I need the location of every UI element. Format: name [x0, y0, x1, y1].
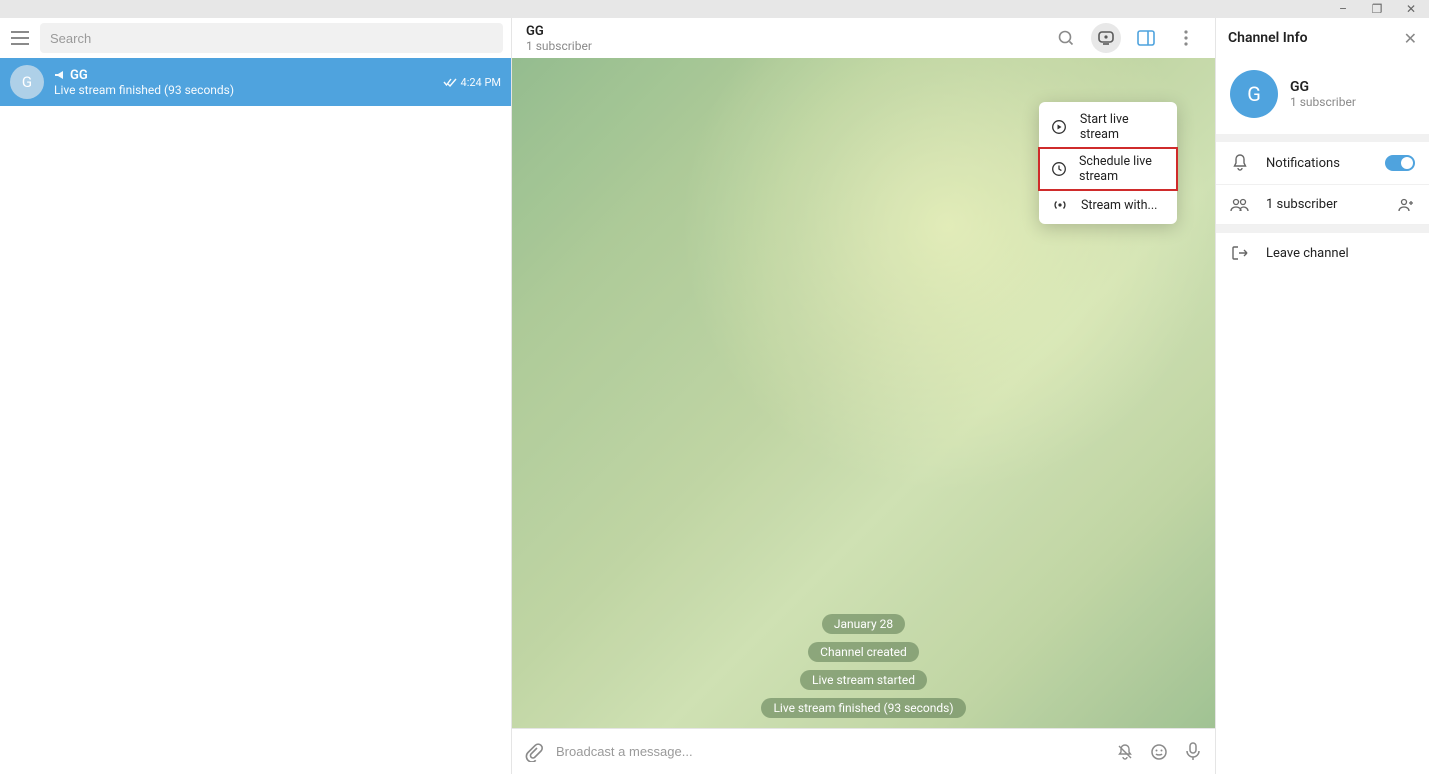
left-panel: G GG Live stream finished (93 seconds) 4…	[0, 18, 512, 774]
date-pill: January 28	[822, 614, 905, 634]
channel-profile[interactable]: G GG 1 subscriber	[1216, 58, 1429, 134]
mic-icon[interactable]	[1181, 740, 1205, 764]
compose-input[interactable]	[556, 744, 1103, 759]
service-message: Live stream finished (93 seconds)	[761, 698, 965, 718]
chat-list[interactable]: G GG Live stream finished (93 seconds) 4…	[0, 58, 511, 774]
chat-list-item[interactable]: G GG Live stream finished (93 seconds) 4…	[0, 58, 511, 106]
message-list: January 28 Channel created Live stream s…	[512, 614, 1215, 718]
clock-icon	[1051, 160, 1067, 178]
leave-channel-row[interactable]: Leave channel	[1216, 233, 1429, 273]
info-title: Channel Info	[1228, 30, 1404, 46]
service-message: Channel created	[808, 642, 919, 662]
avatar: G	[10, 65, 44, 99]
broadcast-icon	[1051, 196, 1069, 214]
bell-icon	[1230, 154, 1250, 172]
read-status-icon	[443, 78, 457, 87]
chat-header[interactable]: GG 1 subscriber	[512, 18, 1215, 58]
divider	[1216, 134, 1429, 142]
subscribers-label: 1 subscriber	[1266, 197, 1381, 212]
chat-header-subtitle: 1 subscriber	[526, 39, 1051, 53]
menu-item-start-livestream[interactable]: Start live stream	[1039, 106, 1177, 148]
divider	[1216, 225, 1429, 233]
window-minimize-button[interactable]: –	[1331, 1, 1355, 17]
info-panel: Channel Info ✕ G GG 1 subscriber Notific…	[1215, 18, 1429, 774]
window-titlebar: – ❐ ✕	[0, 0, 1429, 18]
chat-header-title: GG	[526, 24, 1051, 39]
leave-icon	[1230, 245, 1250, 261]
notifications-label: Notifications	[1266, 156, 1369, 171]
chat-area[interactable]: January 28 Channel created Live stream s…	[512, 58, 1215, 728]
window-close-button[interactable]: ✕	[1399, 1, 1423, 17]
mute-bell-icon[interactable]	[1113, 740, 1137, 764]
add-subscriber-icon[interactable]	[1397, 198, 1415, 212]
chat-title: GG	[70, 68, 88, 83]
window-maximize-button[interactable]: ❐	[1365, 1, 1389, 17]
menu-item-schedule-livestream[interactable]: Schedule live stream	[1039, 148, 1177, 190]
menu-item-stream-with[interactable]: Stream with...	[1039, 190, 1177, 220]
more-icon[interactable]	[1171, 23, 1201, 53]
channel-name: GG	[1290, 79, 1356, 95]
subscribers-row[interactable]: 1 subscriber	[1216, 185, 1429, 225]
service-message: Live stream started	[800, 670, 927, 690]
chat-time: 4:24 PM	[461, 76, 501, 89]
left-header	[0, 18, 511, 58]
menu-item-label: Schedule live stream	[1079, 154, 1165, 184]
avatar: G	[1230, 70, 1278, 118]
people-icon	[1230, 198, 1250, 212]
megaphone-icon	[54, 70, 66, 80]
menu-item-label: Stream with...	[1081, 198, 1157, 213]
compose-bar	[512, 728, 1215, 774]
channel-subscribers: 1 subscriber	[1290, 95, 1356, 109]
emoji-icon[interactable]	[1147, 740, 1171, 764]
side-panel-icon[interactable]	[1131, 23, 1161, 53]
notifications-row[interactable]: Notifications	[1216, 142, 1429, 185]
chat-panel: GG 1 subscriber Januar	[512, 18, 1215, 774]
menu-icon[interactable]	[8, 26, 32, 50]
livestream-icon[interactable]	[1091, 23, 1121, 53]
close-icon[interactable]: ✕	[1404, 29, 1417, 48]
search-icon[interactable]	[1051, 23, 1081, 53]
leave-label: Leave channel	[1266, 246, 1415, 261]
search-input[interactable]	[40, 23, 503, 53]
livestream-dropdown: Start live stream Schedule live stream S…	[1039, 102, 1177, 224]
attach-icon[interactable]	[522, 740, 546, 764]
info-header: Channel Info ✕	[1216, 18, 1429, 58]
notifications-toggle[interactable]	[1385, 155, 1415, 171]
play-circle-icon	[1051, 118, 1068, 136]
menu-item-label: Start live stream	[1080, 112, 1165, 142]
chat-preview: Live stream finished (93 seconds)	[54, 83, 443, 97]
